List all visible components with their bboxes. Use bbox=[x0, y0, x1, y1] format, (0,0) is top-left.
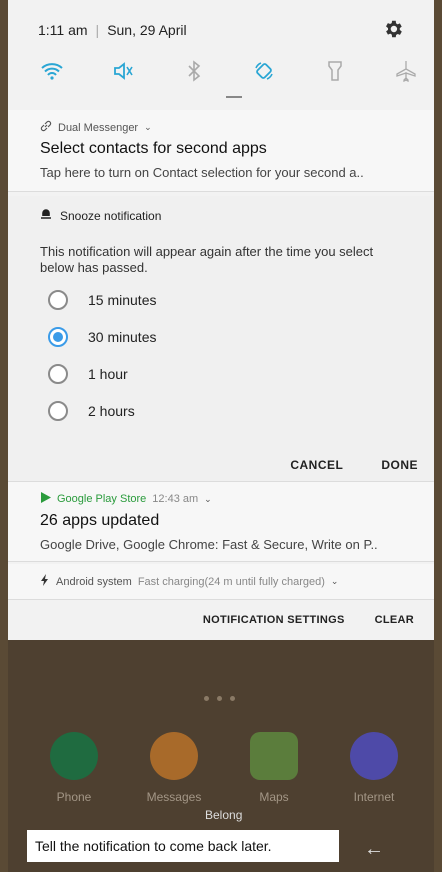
notification-footer: NOTIFICATION SETTINGS CLEAR bbox=[8, 600, 434, 640]
page-dot bbox=[230, 696, 235, 701]
option-label: 30 minutes bbox=[88, 329, 157, 345]
play-store-icon bbox=[40, 492, 51, 506]
play-store-notification[interactable]: Google Play Store 12:43 am ⌄ 26 apps upd… bbox=[8, 482, 434, 562]
app-name: Dual Messenger bbox=[58, 121, 139, 134]
clock-time: 1:11 am bbox=[38, 22, 88, 38]
status-row: 1:11 am | Sun, 29 April bbox=[38, 22, 187, 38]
quick-settings-row bbox=[38, 56, 420, 86]
snooze-title: Snooze notification bbox=[60, 208, 162, 223]
notification-app-row: Dual Messenger ⌄ bbox=[40, 120, 152, 135]
android-system-notification[interactable]: Android system Fast charging(24 m until … bbox=[8, 564, 434, 600]
radio-button[interactable] bbox=[48, 401, 68, 421]
notification-app-row: Google Play Store 12:43 am ⌄ bbox=[40, 492, 212, 506]
flashlight-icon[interactable] bbox=[321, 57, 349, 85]
internet-icon[interactable] bbox=[350, 732, 398, 780]
gear-icon[interactable] bbox=[382, 18, 404, 40]
status-date: Sun, 29 April bbox=[107, 22, 187, 38]
app-label: Maps bbox=[259, 790, 289, 804]
quick-panel: 1:11 am | Sun, 29 April bbox=[8, 0, 434, 110]
snooze-icon bbox=[40, 208, 52, 223]
phone-app[interactable]: Phone bbox=[40, 732, 108, 804]
messages-app[interactable]: Messages bbox=[140, 732, 208, 804]
radio-button[interactable] bbox=[48, 290, 68, 310]
dual-messenger-notification[interactable]: Dual Messenger ⌄ Select contacts for sec… bbox=[8, 110, 434, 192]
chevron-down-icon[interactable]: ⌄ bbox=[144, 122, 152, 133]
notification-time: 12:43 am bbox=[152, 493, 199, 505]
airplane-icon[interactable] bbox=[392, 57, 420, 85]
maps-icon[interactable] bbox=[250, 732, 298, 780]
chevron-down-icon[interactable]: ⌄ bbox=[331, 576, 339, 587]
notification-body: Google Drive, Google Chrome: Fast & Secu… bbox=[40, 537, 378, 552]
phone-icon[interactable] bbox=[50, 732, 98, 780]
notification-title: Select contacts for second apps bbox=[40, 140, 267, 157]
drag-handle[interactable] bbox=[226, 96, 242, 98]
snooze-panel: Snooze notification This notification wi… bbox=[8, 196, 434, 482]
notification-title: 26 apps updated bbox=[40, 512, 160, 529]
auto-rotate-icon[interactable] bbox=[250, 57, 278, 85]
app-name: Android system bbox=[56, 575, 132, 588]
snooze-header: Snooze notification bbox=[40, 208, 161, 223]
caption-box: Tell the notification to come back later… bbox=[27, 830, 339, 862]
maps-app[interactable]: Maps bbox=[240, 732, 308, 804]
radio-button[interactable] bbox=[48, 364, 68, 384]
snooze-description: This notification will appear again afte… bbox=[40, 244, 374, 275]
wifi-icon[interactable] bbox=[38, 57, 66, 85]
app-name: Google Play Store bbox=[57, 493, 147, 505]
cancel-button[interactable]: CANCEL bbox=[290, 458, 343, 472]
page-dot bbox=[217, 696, 222, 701]
done-button[interactable]: DONE bbox=[381, 458, 418, 472]
snooze-actions: CANCEL DONE bbox=[290, 458, 418, 472]
page-indicator bbox=[204, 696, 235, 701]
notification-body: Tap here to turn on Contact selection fo… bbox=[40, 165, 364, 180]
snooze-option-2-hours[interactable]: 2 hours bbox=[48, 401, 135, 421]
footer-buttons: NOTIFICATION SETTINGS CLEAR bbox=[203, 614, 414, 626]
page-dot bbox=[204, 696, 209, 701]
snooze-option-1-hour[interactable]: 1 hour bbox=[48, 364, 128, 384]
app-label: Internet bbox=[353, 790, 395, 804]
belong-label: Belong bbox=[205, 808, 243, 822]
radio-button-selected[interactable] bbox=[48, 327, 68, 347]
option-label: 15 minutes bbox=[88, 292, 157, 308]
clear-button[interactable]: CLEAR bbox=[375, 614, 414, 626]
messages-icon[interactable] bbox=[150, 732, 198, 780]
option-label: 2 hours bbox=[88, 403, 135, 419]
chevron-down-icon[interactable]: ⌄ bbox=[204, 494, 212, 505]
app-dock: Phone Messages Maps Internet bbox=[40, 732, 408, 804]
option-label: 1 hour bbox=[88, 366, 128, 382]
notification-app-row: Android system Fast charging(24 m until … bbox=[40, 574, 338, 589]
internet-app[interactable]: Internet bbox=[340, 732, 408, 804]
link-icon bbox=[40, 120, 52, 135]
charging-icon bbox=[40, 574, 50, 589]
app-label: Phone bbox=[56, 790, 92, 804]
bluetooth-icon[interactable] bbox=[180, 57, 208, 85]
snooze-option-30-minutes[interactable]: 30 minutes bbox=[48, 327, 156, 347]
sound-mute-icon[interactable] bbox=[109, 57, 137, 85]
snooze-option-15-minutes[interactable]: 15 minutes bbox=[48, 290, 156, 310]
back-arrow-icon[interactable]: ← bbox=[364, 838, 384, 861]
app-label: Messages bbox=[146, 790, 202, 804]
status-separator: | bbox=[95, 22, 100, 38]
notification-text: Fast charging(24 m until fully charged) bbox=[137, 575, 325, 588]
notification-settings-button[interactable]: NOTIFICATION SETTINGS bbox=[203, 614, 345, 626]
